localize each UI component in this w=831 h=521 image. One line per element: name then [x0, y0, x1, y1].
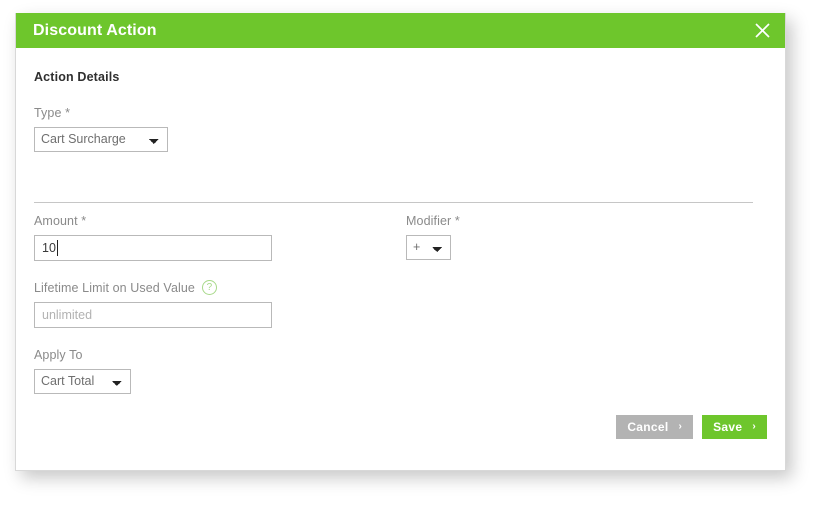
discount-action-modal: Discount Action Action Details Type * Ca… [15, 13, 786, 471]
amount-label: Amount * [34, 214, 87, 228]
field-apply-to: Apply To Cart Total [34, 348, 131, 394]
form-divider-wrap [34, 184, 753, 203]
modal-body: Action Details Type * Cart Surcharge Amo… [16, 48, 785, 470]
screen-root: Discount Action Action Details Type * Ca… [0, 0, 831, 521]
section-heading-wrap: Action Details [34, 70, 119, 84]
text-caret [57, 240, 58, 256]
type-select[interactable]: Cart Surcharge [34, 127, 168, 152]
save-button-label: Save [713, 420, 743, 434]
cancel-button[interactable]: Cancel › [616, 415, 694, 439]
cancel-button-label: Cancel [627, 420, 669, 434]
modifier-select[interactable]: + [406, 235, 451, 260]
field-amount: Amount * [34, 214, 272, 261]
modal-header: Discount Action [16, 13, 785, 48]
help-icon[interactable]: ? [201, 280, 217, 295]
field-modifier: Modifier * + [406, 214, 460, 260]
field-type: Type * Cart Surcharge [34, 106, 168, 152]
apply-to-select[interactable]: Cart Total [34, 369, 131, 394]
form-divider [34, 202, 753, 203]
modal-actions: Cancel › Save › [16, 415, 767, 439]
amount-input[interactable] [34, 235, 272, 261]
type-label: Type * [34, 106, 71, 120]
modal-title: Discount Action [33, 21, 157, 39]
lifetime-limit-label-text: Lifetime Limit on Used Value [34, 280, 195, 295]
actions-row: Cancel › Save › [16, 415, 767, 439]
lifetime-limit-input[interactable] [34, 302, 272, 328]
amount-input-wrap [34, 235, 272, 261]
save-button[interactable]: Save › [702, 415, 767, 439]
apply-to-label: Apply To [34, 348, 83, 362]
lifetime-limit-label: Lifetime Limit on Used Value ? [34, 280, 272, 295]
chevron-right-icon: › [678, 421, 683, 432]
field-lifetime-limit: Lifetime Limit on Used Value ? [34, 280, 272, 328]
section-heading: Action Details [34, 70, 120, 84]
modifier-label: Modifier * [406, 214, 460, 228]
chevron-right-icon: › [752, 421, 756, 432]
close-icon[interactable] [751, 20, 773, 42]
